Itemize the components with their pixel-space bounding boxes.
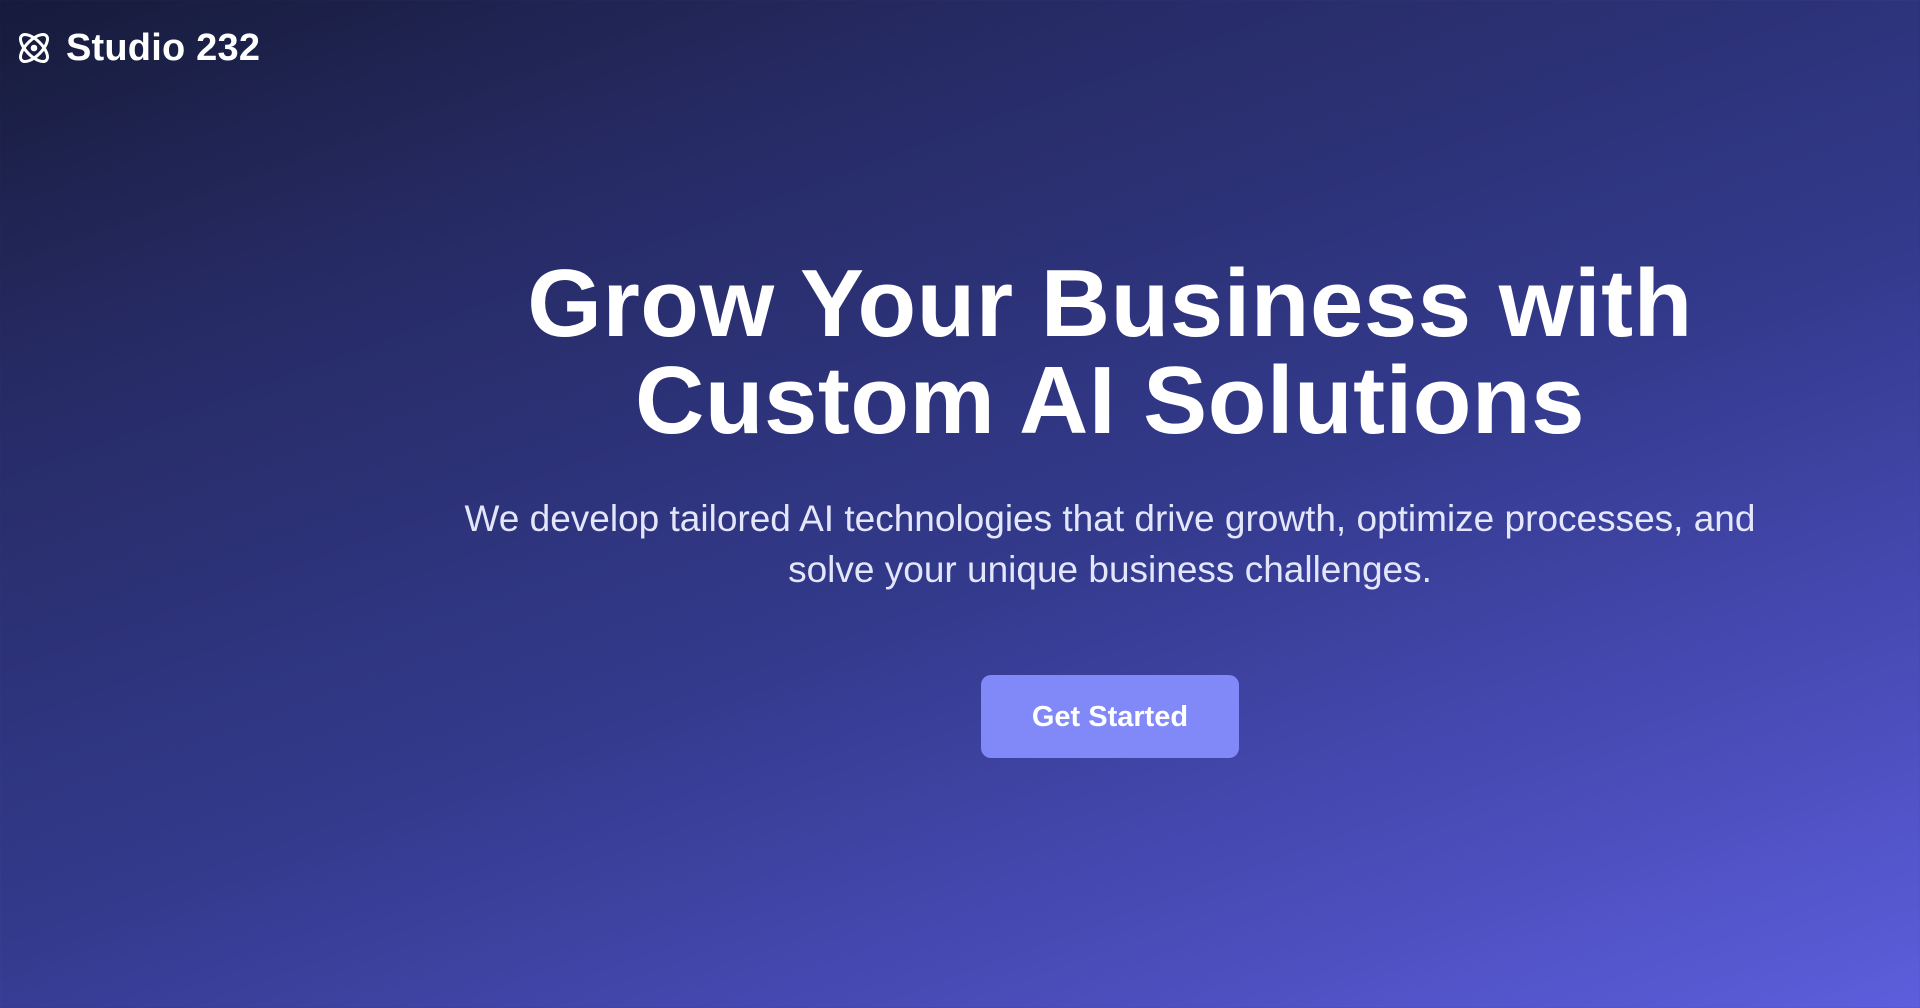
atom-icon [19,33,49,63]
get-started-button[interactable]: Get Started [981,675,1239,758]
hero-section: Grow Your Business with Custom AI Soluti… [150,255,1920,758]
brand-logo[interactable]: Studio 232 [16,24,260,72]
hero-title: Grow Your Business with Custom AI Soluti… [527,250,1693,454]
hero-subtitle: We develop tailored AI technologies that… [464,498,1756,590]
brand-name: Studio 232 [66,27,261,69]
